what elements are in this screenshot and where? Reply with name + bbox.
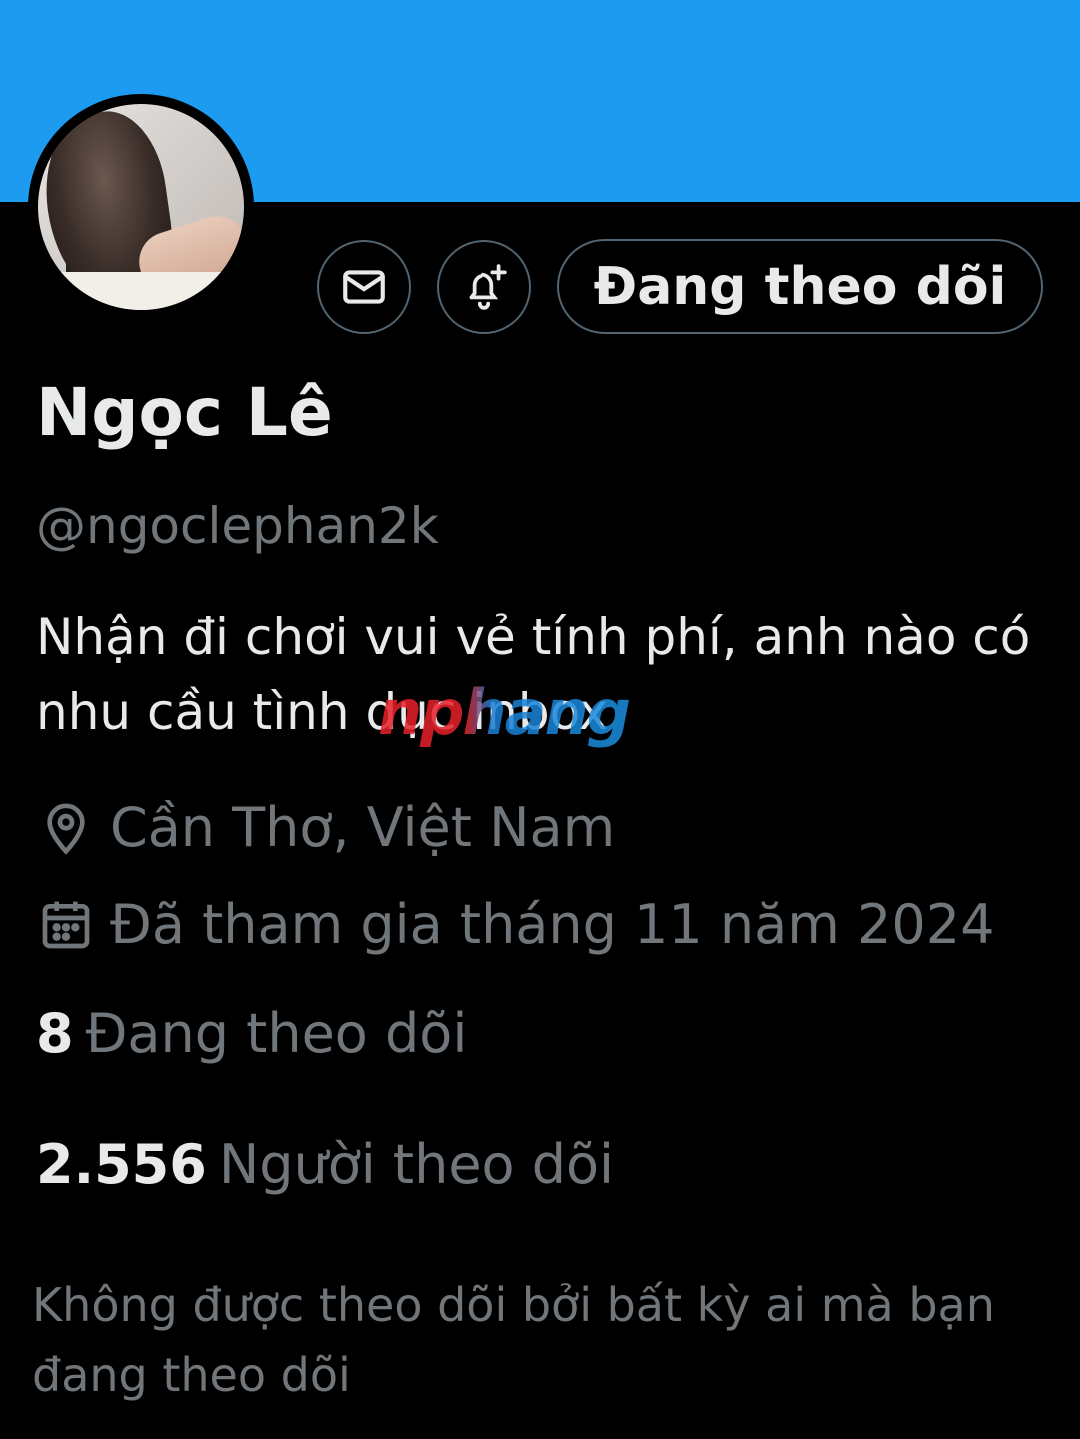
message-button[interactable] [317,240,411,334]
following-label: Đang theo dõi [85,1002,468,1065]
location-row: Cần Thơ, Việt Nam [38,796,615,859]
avatar[interactable] [28,94,254,320]
username-handle: @ngoclephan2k [36,497,439,555]
bell-plus-icon [469,264,507,310]
following-stat[interactable]: 8 Đang theo dõi [36,1002,467,1065]
location-text: Cần Thơ, Việt Nam [110,796,616,859]
map-pin-icon [47,803,85,855]
display-name: Ngọc Lê [36,374,333,451]
envelope-icon [343,270,385,304]
calendar-icon [42,901,90,948]
following-count: 8 [36,1002,74,1065]
profile-page: Đang theo dõi Ngọc Lê @ngoclephan2k Nhận… [0,0,1080,1439]
followers-stat[interactable]: 2.556 Người theo dõi [36,1133,614,1196]
joined-row: Đã tham gia tháng 11 năm 2024 [38,893,994,956]
notifications-button[interactable] [437,240,531,334]
joined-text: Đã tham gia tháng 11 năm 2024 [110,893,995,956]
followers-label: Người theo dõi [218,1133,615,1196]
watermark-logo: nphang [378,676,631,749]
following-button[interactable]: Đang theo dõi [557,239,1043,334]
avatar-photo [38,104,244,310]
followers-count: 2.556 [36,1133,207,1196]
mutual-followers-notice: Không được theo dõi bởi bất kỳ ai mà bạn… [32,1278,995,1402]
